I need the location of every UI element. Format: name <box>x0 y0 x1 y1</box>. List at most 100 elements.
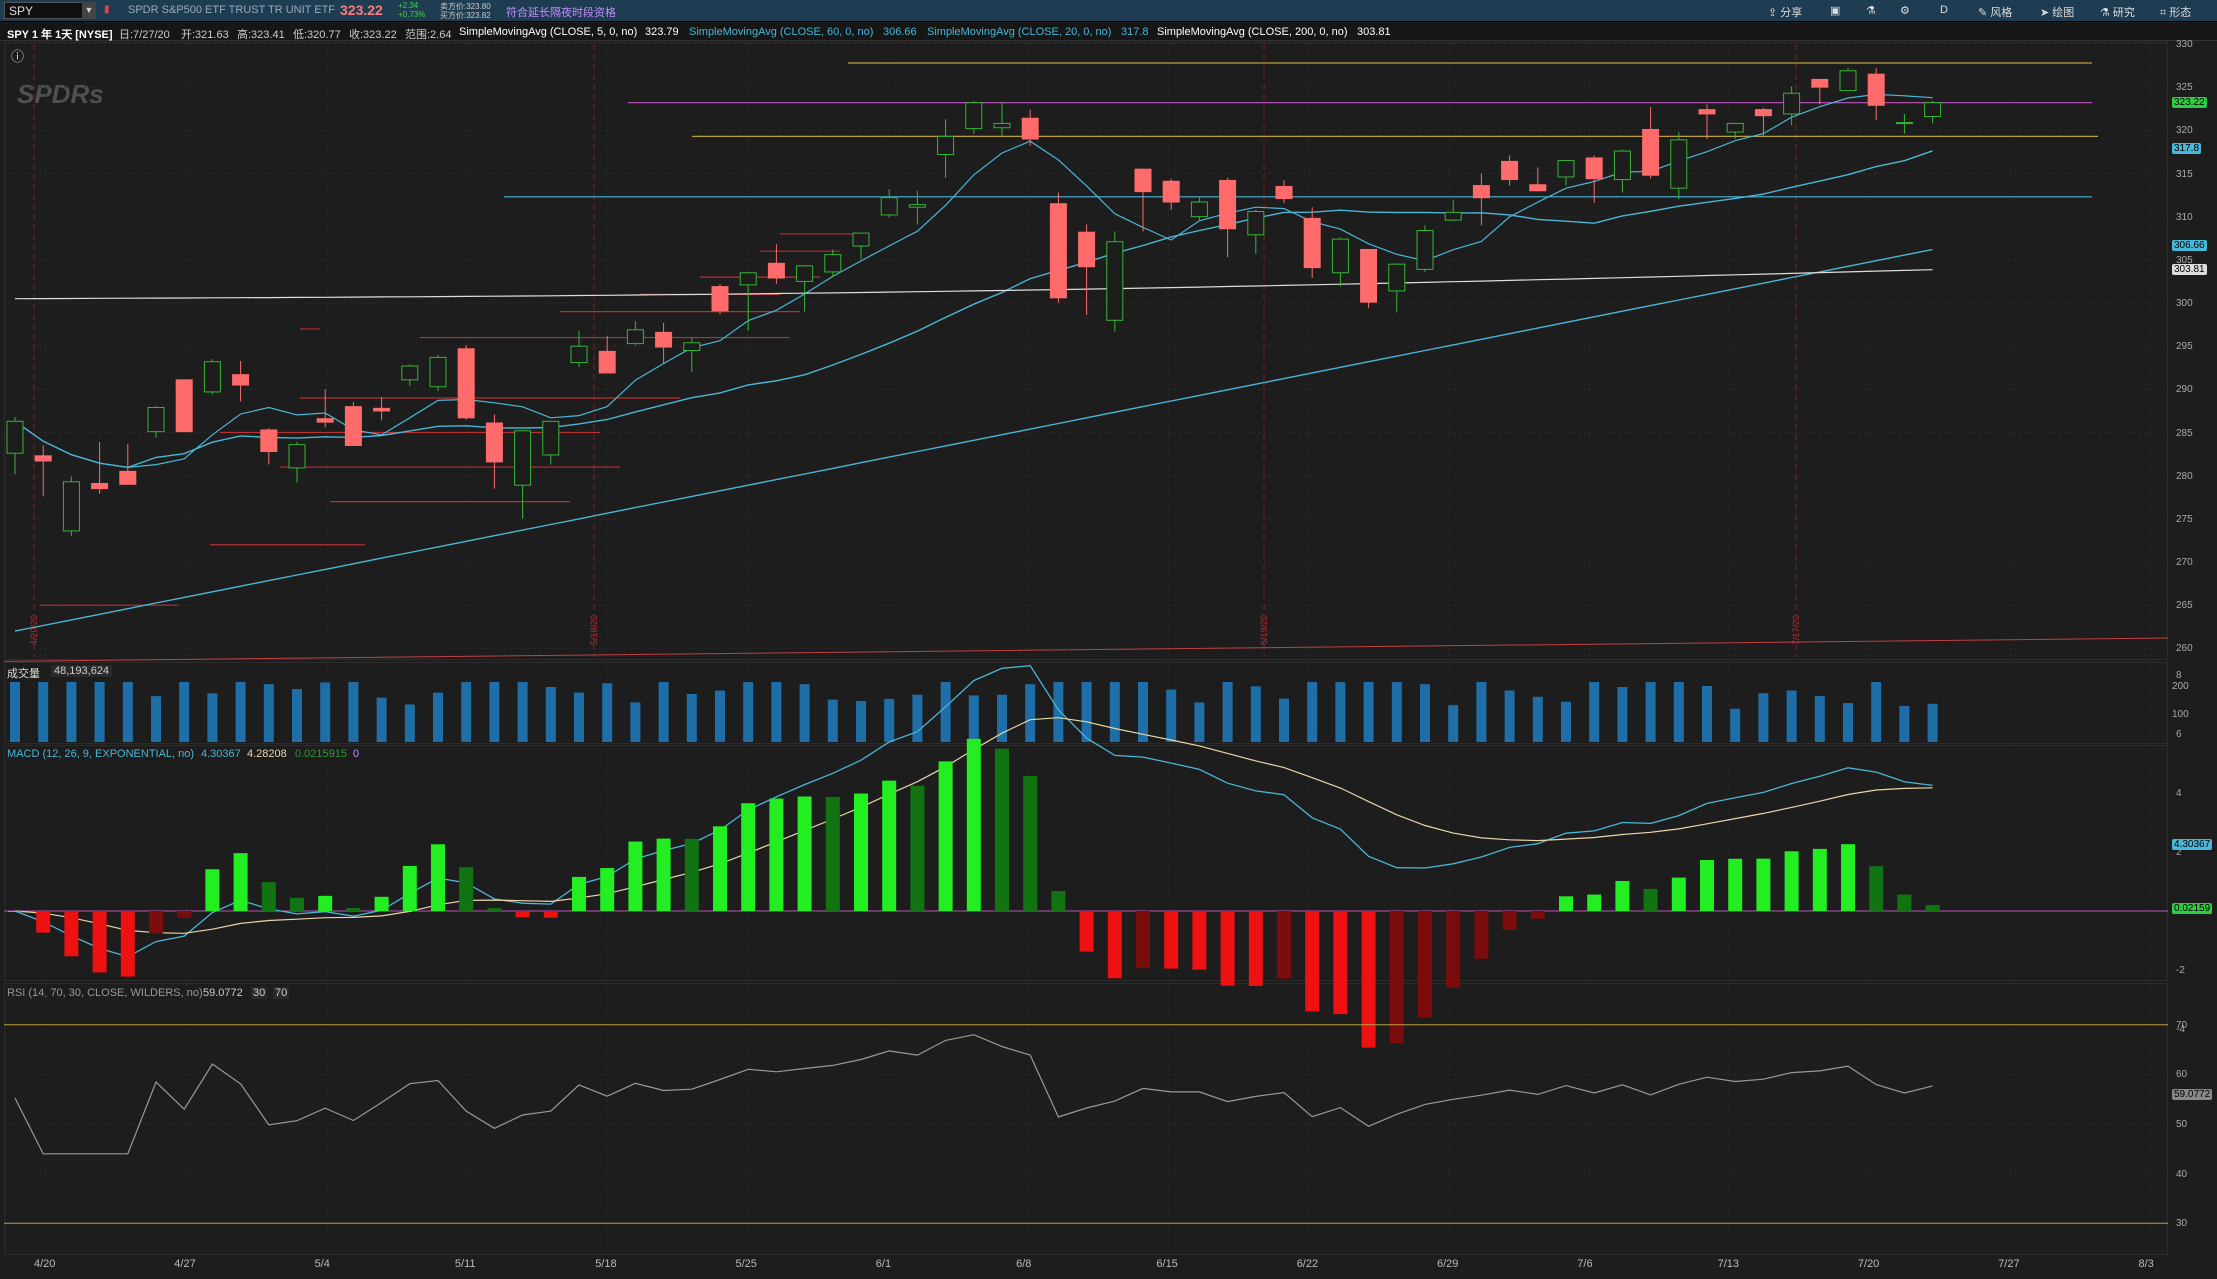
trend-line <box>3 637 2169 662</box>
candle-body <box>1726 122 1744 133</box>
candle-body <box>1783 92 1801 115</box>
macd-histogram-bar <box>1023 775 1038 911</box>
macd-histogram-bar <box>92 911 107 973</box>
macd-histogram-bar <box>1643 888 1658 911</box>
macd-histogram-bar <box>1615 880 1630 911</box>
volume-bar <box>1363 682 1374 742</box>
candle-body <box>175 379 193 433</box>
candle-body <box>796 265 814 282</box>
volume-bar <box>743 682 754 742</box>
candle-body <box>1585 157 1603 180</box>
macd-histogram-bar <box>346 907 361 911</box>
candle-body <box>937 135 955 156</box>
candle-body <box>542 420 560 456</box>
volume-bar <box>1758 693 1769 742</box>
volume-bar <box>1053 682 1064 742</box>
candle-body <box>1529 184 1547 192</box>
volume-bar <box>1194 702 1205 742</box>
volume-bar <box>207 693 218 742</box>
volume-bar <box>1222 682 1233 742</box>
candle-body <box>598 350 616 374</box>
volume-bar <box>1814 695 1825 742</box>
macd-histogram-bar <box>177 911 192 918</box>
macd-histogram-bar <box>684 838 699 911</box>
macd-histogram-bar <box>713 826 727 911</box>
volume-bar <box>461 682 472 742</box>
candle-body <box>457 348 475 419</box>
volume-bar <box>799 684 810 742</box>
macd-histogram-bar <box>938 761 953 911</box>
chart-canvas <box>3 43 2169 1252</box>
volume-bar <box>1476 682 1487 742</box>
volume-bar <box>1730 708 1741 742</box>
volume-bar <box>912 694 923 742</box>
macd-histogram-bar <box>1305 911 1320 1012</box>
macd-histogram-bar <box>1841 844 1855 911</box>
macd-histogram-bar <box>966 738 981 911</box>
macd-histogram-bar <box>261 882 276 911</box>
candle-body <box>1303 217 1321 269</box>
macd-histogram-bar <box>1784 851 1799 911</box>
candle-body <box>34 455 52 462</box>
volume-bar <box>827 699 838 742</box>
volume-bar <box>574 692 584 742</box>
candle-body <box>767 262 785 279</box>
candle-body <box>91 482 109 490</box>
candle-body <box>683 342 701 352</box>
macd-histogram-bar <box>1277 911 1291 979</box>
macd-histogram-bar <box>402 865 417 911</box>
macd-histogram-bar <box>1136 911 1150 969</box>
macd-histogram-bar <box>1812 848 1827 911</box>
candle-body <box>203 361 221 393</box>
volume-bar <box>66 682 77 742</box>
sma60-line <box>14 248 1933 632</box>
macd-histogram-bar <box>1530 911 1545 919</box>
volume-bar <box>686 694 697 742</box>
candle-body <box>1106 241 1124 321</box>
volume-bar <box>38 682 49 742</box>
candle-body <box>1247 210 1265 236</box>
macd-histogram-bar <box>1107 911 1122 979</box>
candle-body <box>739 272 757 286</box>
macd-histogram-bar <box>1897 894 1912 911</box>
macd-histogram-bar <box>572 876 586 911</box>
sma200-line <box>14 269 1933 300</box>
candle-body <box>1388 263 1406 292</box>
candle-body <box>993 122 1011 129</box>
volume-bar <box>1250 686 1261 742</box>
macd-histogram-bar <box>797 796 812 911</box>
candle-body <box>1134 168 1152 193</box>
macd-histogram-bar <box>8 911 22 912</box>
volume-bar <box>1279 698 1289 742</box>
macd-histogram-bar <box>1220 911 1235 986</box>
candle-body <box>1078 231 1096 268</box>
macd-histogram-bar <box>515 911 530 918</box>
candle-body <box>1416 229 1434 270</box>
macd-histogram-bar <box>882 780 897 911</box>
volume-bar <box>1561 701 1571 742</box>
macd-histogram-bar <box>910 785 925 911</box>
macd-histogram-bar <box>1051 891 1066 911</box>
volume-bar <box>1532 696 1543 742</box>
candle-body <box>1444 211 1462 221</box>
candle-body <box>1670 139 1688 189</box>
volume-bar <box>517 682 528 742</box>
macd-histogram-bar <box>1728 858 1743 911</box>
macd-histogram-bar <box>318 895 333 911</box>
candle-body <box>1924 102 1942 118</box>
macd-histogram-bar <box>1869 866 1884 911</box>
candle-body <box>1642 128 1660 176</box>
volume-bar <box>235 682 246 742</box>
volume-bar <box>122 682 133 742</box>
macd-histogram-bar <box>120 911 135 977</box>
volume-bar <box>404 704 415 742</box>
volume-bar <box>1871 682 1882 742</box>
volume-bar <box>1702 686 1712 742</box>
candle-body <box>232 374 250 386</box>
candle-body <box>1557 160 1575 178</box>
volume-bar <box>630 702 641 742</box>
volume-bar <box>1927 703 1938 742</box>
candle-body <box>1895 122 1913 125</box>
candle-body <box>1613 150 1631 181</box>
candle-body <box>880 197 898 216</box>
